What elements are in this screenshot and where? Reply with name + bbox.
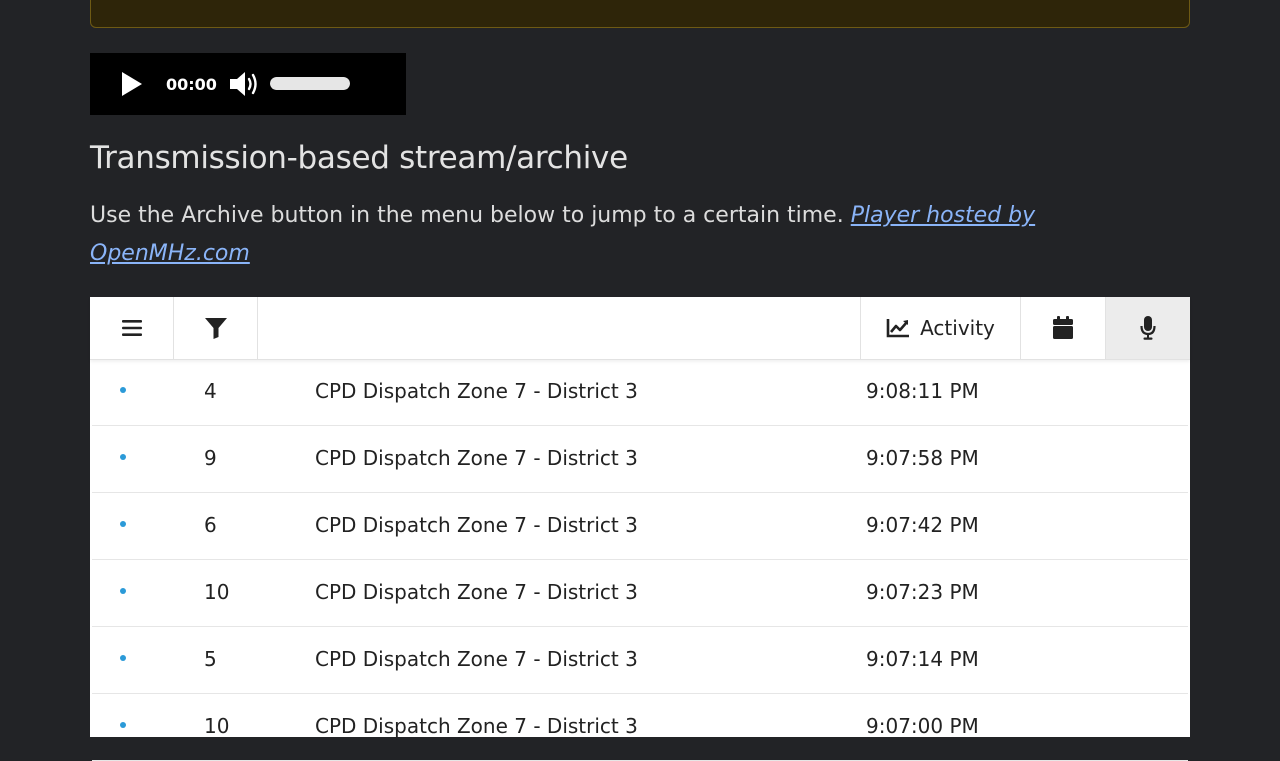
call-time: 9:07:23 PM: [866, 580, 979, 604]
call-unit: 10: [204, 714, 230, 738]
calls-panel: Activity 4 CPD Dispatch Zone 7 - Distric…: [90, 297, 1190, 761]
volume-icon: [230, 72, 257, 96]
volume-slider[interactable]: [270, 77, 350, 90]
audio-player: 00:00: [90, 53, 406, 115]
call-unit: 10: [204, 580, 230, 604]
archive-calendar-button[interactable]: [1021, 297, 1106, 359]
call-time: 9:07:00 PM: [866, 714, 979, 738]
call-time: 9:07:14 PM: [866, 647, 979, 671]
filter-button[interactable]: [174, 297, 258, 359]
section-description: Use the Archive button in the menu below…: [90, 197, 1100, 273]
call-time: 9:08:11 PM: [866, 379, 979, 403]
calls-toolbar: Activity: [90, 297, 1190, 360]
call-unit: 4: [204, 379, 217, 403]
bars-icon: [121, 320, 142, 336]
call-talkgroup: CPD Dispatch Zone 7 - District 3: [315, 446, 638, 470]
call-talkgroup: CPD Dispatch Zone 7 - District 3: [315, 379, 638, 403]
live-microphone-button[interactable]: [1106, 297, 1190, 359]
call-status-dot: [120, 722, 126, 728]
call-status-dot: [120, 655, 126, 661]
volume-slider-fill: [270, 77, 350, 90]
current-time: 00:00: [166, 75, 217, 94]
call-row[interactable]: 5 CPD Dispatch Zone 7 - District 3 9:07:…: [92, 627, 1188, 694]
toolbar-spacer: [258, 297, 861, 359]
call-row[interactable]: 6 CPD Dispatch Zone 7 - District 3 9:07:…: [92, 493, 1188, 560]
call-talkgroup: CPD Dispatch Zone 7 - District 3: [315, 513, 638, 537]
call-talkgroup: CPD Dispatch Zone 7 - District 3: [315, 580, 638, 604]
call-row[interactable]: 10 CPD Dispatch Zone 7 - District 3 9:07…: [92, 694, 1188, 761]
activity-button[interactable]: Activity: [861, 297, 1021, 359]
call-row[interactable]: 4 CPD Dispatch Zone 7 - District 3 9:08:…: [92, 359, 1188, 426]
call-unit: 5: [204, 647, 217, 671]
calendar-icon: [1053, 316, 1073, 339]
call-status-dot: [120, 588, 126, 594]
call-unit: 6: [204, 513, 217, 537]
alert-banner: [90, 0, 1190, 28]
section-title: Transmission-based stream/archive: [90, 140, 628, 176]
call-talkgroup: CPD Dispatch Zone 7 - District 3: [315, 647, 638, 671]
play-icon: [122, 72, 142, 96]
activity-label: Activity: [920, 316, 995, 340]
mute-button[interactable]: [228, 68, 260, 100]
play-button[interactable]: [118, 71, 144, 97]
call-row[interactable]: 10 CPD Dispatch Zone 7 - District 3 9:07…: [92, 560, 1188, 627]
chart-line-icon: [886, 319, 910, 338]
call-time: 9:07:42 PM: [866, 513, 979, 537]
call-talkgroup: CPD Dispatch Zone 7 - District 3: [315, 714, 638, 738]
calls-list: 4 CPD Dispatch Zone 7 - District 3 9:08:…: [90, 359, 1190, 761]
description-text: Use the Archive button in the menu below…: [90, 203, 851, 228]
call-unit: 9: [204, 446, 217, 470]
call-row[interactable]: 9 CPD Dispatch Zone 7 - District 3 9:07:…: [92, 426, 1188, 493]
filter-icon: [204, 318, 227, 339]
call-time: 9:07:58 PM: [866, 446, 979, 470]
menu-button[interactable]: [90, 297, 174, 359]
call-status-dot: [120, 521, 126, 527]
call-status-dot: [120, 454, 126, 460]
microphone-icon: [1140, 316, 1156, 340]
call-status-dot: [120, 387, 126, 393]
